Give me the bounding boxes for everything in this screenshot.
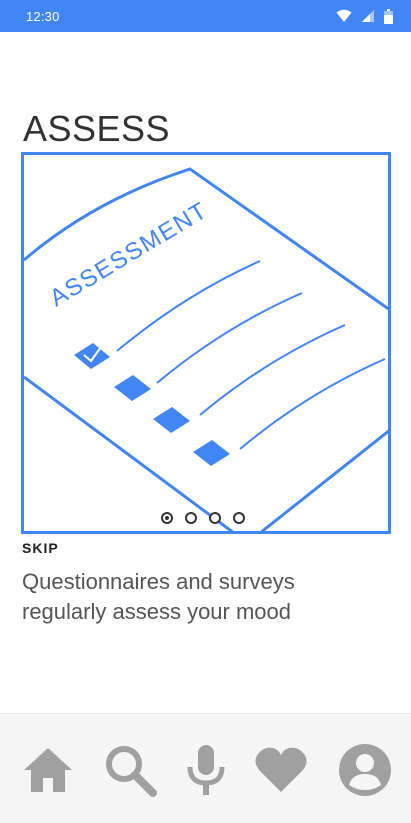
description-line-2: regularly assess your mood (22, 599, 292, 624)
nav-home-button[interactable] (20, 742, 76, 798)
heart-icon (255, 747, 307, 792)
page-title: ASSESS (23, 108, 171, 149)
pager-dot-1[interactable] (161, 512, 173, 524)
nav-profile-button[interactable] (337, 742, 393, 798)
battery-icon (384, 8, 393, 24)
nav-favorites-button[interactable] (253, 742, 309, 798)
checkbox-icon (193, 440, 230, 466)
search-icon (106, 746, 157, 797)
pager-dot-2[interactable] (185, 512, 197, 524)
bottom-nav (0, 713, 411, 823)
checked-box-icon (74, 343, 110, 369)
pager-dots (161, 511, 245, 525)
description: Questionnaires and surveys regularly ass… (22, 567, 382, 627)
home-icon (24, 748, 72, 792)
status-icons (336, 8, 393, 24)
skip-button[interactable]: SKIP (22, 540, 59, 556)
status-bar: 12:30 (0, 0, 411, 32)
microphone-icon (187, 745, 225, 795)
pager-dot-4[interactable] (233, 512, 245, 524)
wifi-icon (336, 9, 352, 22)
pager-dot-3[interactable] (209, 512, 221, 524)
profile-icon (339, 744, 391, 796)
status-time: 12:30 (26, 9, 60, 24)
nav-search-button[interactable] (102, 742, 158, 798)
assessment-illustration: ASSESSMENT (21, 152, 391, 534)
nav-microphone-button[interactable] (178, 742, 234, 798)
cell-signal-icon (362, 10, 374, 22)
illustration-heading: ASSESSMENT (45, 197, 212, 312)
description-line-1: Questionnaires and surveys (22, 569, 295, 594)
checkbox-icon (153, 407, 190, 433)
checkbox-icon (114, 375, 151, 401)
